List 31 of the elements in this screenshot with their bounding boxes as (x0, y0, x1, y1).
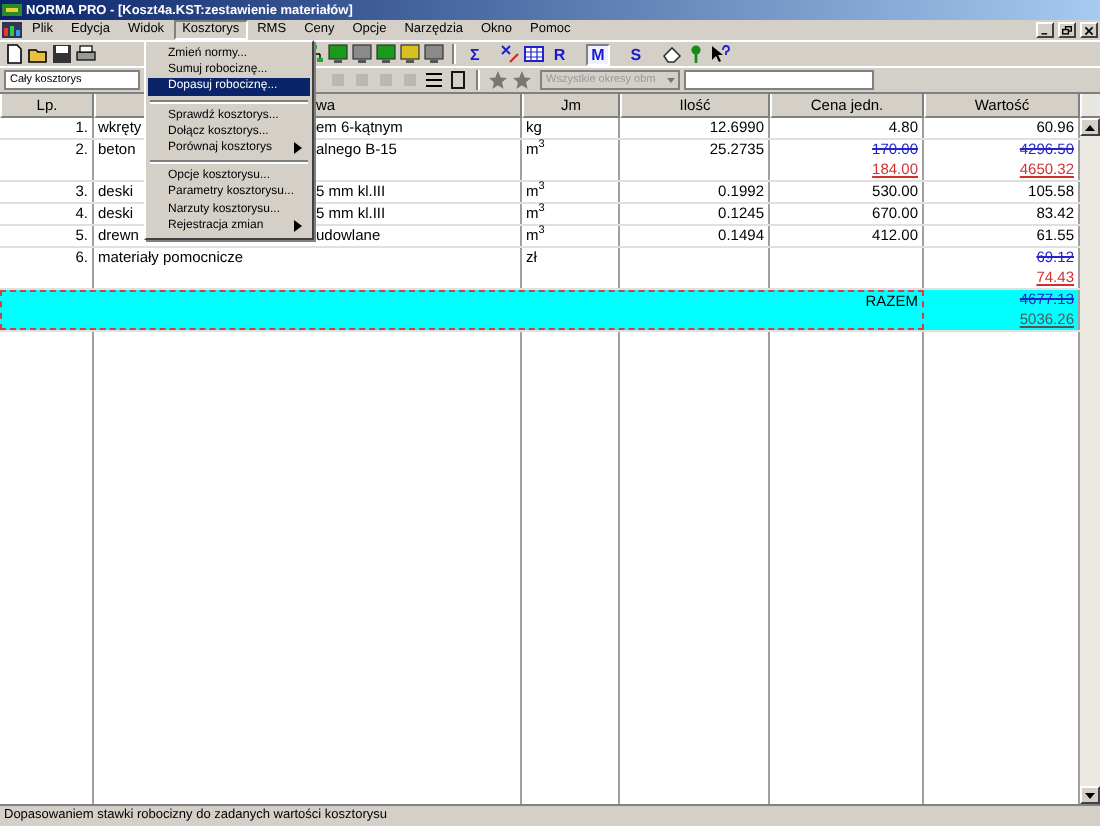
restore-icon (1062, 25, 1072, 35)
monitor-icon[interactable] (352, 44, 372, 64)
monitor-icon[interactable] (400, 44, 420, 64)
star-icon[interactable] (488, 70, 508, 90)
toolbar-button[interactable]: R (547, 43, 572, 65)
monitor-icon[interactable] (376, 44, 396, 64)
help-icon[interactable] (709, 44, 730, 64)
open-folder-icon[interactable] (28, 44, 48, 64)
scroll-down-icon[interactable] (1080, 786, 1100, 804)
save-icon[interactable] (52, 44, 72, 64)
monitor-icon[interactable] (424, 44, 444, 64)
star-icon[interactable] (512, 70, 532, 90)
monitor-icon[interactable] (328, 44, 348, 64)
submenu-arrow-icon (294, 219, 302, 232)
toolbar-button[interactable]: S (624, 43, 648, 65)
toolbar-button[interactable]: M (585, 43, 611, 65)
scrollbar[interactable] (1080, 118, 1100, 804)
app-icon (2, 2, 22, 18)
toolbar-button[interactable]: Σ (464, 43, 486, 65)
printer-icon[interactable] (76, 44, 96, 64)
grid-icon[interactable] (523, 44, 544, 64)
filter-combo[interactable] (684, 70, 874, 90)
submenu-arrow-icon (294, 142, 302, 155)
minimize-button[interactable] (1036, 22, 1054, 38)
list-icon[interactable] (424, 70, 444, 90)
new-file-icon[interactable] (4, 44, 24, 64)
scroll-up-icon[interactable] (1080, 118, 1100, 136)
close-button[interactable] (1080, 22, 1098, 38)
restore-button[interactable] (1058, 22, 1076, 38)
xy-icon[interactable] (499, 44, 520, 64)
close-icon (1084, 25, 1094, 35)
